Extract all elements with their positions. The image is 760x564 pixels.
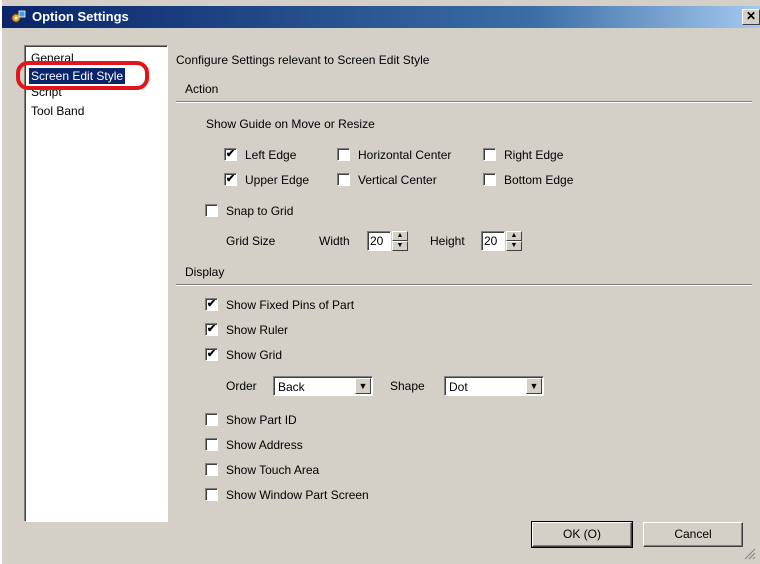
spin-down-icon[interactable]: ▼ <box>392 241 408 251</box>
display-heading: Display <box>185 265 225 279</box>
grid-size-label: Grid Size <box>226 234 276 248</box>
nav-item-tool-band[interactable]: Tool Band <box>29 103 86 119</box>
show-window-part-checkbox[interactable] <box>205 488 218 501</box>
order-label: Order <box>226 379 257 393</box>
title-bar[interactable]: Option Settings ✕ <box>2 6 760 28</box>
action-heading: Action <box>185 82 219 96</box>
upper-edge-label: Upper Edge <box>245 173 310 187</box>
guide-label: Show Guide on Move or Resize <box>206 117 375 131</box>
check-icon: ✔ <box>206 348 217 360</box>
order-value: Back <box>278 380 305 394</box>
shape-select[interactable]: Dot ▼ <box>444 376 544 396</box>
height-label: Height <box>430 234 465 248</box>
show-fixed-pins-checkbox[interactable]: ✔ <box>205 298 218 311</box>
right-edge-checkbox[interactable] <box>483 148 496 161</box>
settings-category-list[interactable]: General Screen Edit Style Script Tool Ba… <box>24 45 168 522</box>
check-icon: ✔ <box>225 173 236 185</box>
action-divider <box>176 101 752 103</box>
chevron-down-icon[interactable]: ▼ <box>526 378 542 394</box>
chevron-down-icon[interactable]: ▼ <box>355 378 371 394</box>
settings-app-icon <box>11 10 26 23</box>
close-button[interactable]: ✕ <box>742 9 760 25</box>
resize-grip-icon[interactable] <box>744 548 756 560</box>
grid-height-input[interactable]: 20 <box>481 231 505 251</box>
right-edge-label: Right Edge <box>504 148 564 162</box>
spin-up-icon[interactable]: ▲ <box>392 231 408 241</box>
width-label: Width <box>319 234 350 248</box>
show-grid-checkbox[interactable]: ✔ <box>205 348 218 361</box>
window-title: Option Settings <box>32 9 129 24</box>
nav-item-screen-edit-style[interactable]: Screen Edit Style <box>29 68 126 84</box>
ok-button[interactable]: OK (O) <box>531 521 633 548</box>
spin-up-icon[interactable]: ▲ <box>506 231 522 241</box>
vertical-center-label: Vertical Center <box>358 173 437 187</box>
show-touch-area-checkbox[interactable] <box>205 463 218 476</box>
spin-down-icon[interactable]: ▼ <box>506 241 522 251</box>
nav-item-script[interactable]: Script <box>29 84 64 100</box>
left-edge-checkbox[interactable]: ✔ <box>224 148 237 161</box>
shape-value: Dot <box>449 380 468 394</box>
horizontal-center-checkbox[interactable] <box>337 148 350 161</box>
show-window-part-label: Show Window Part Screen <box>226 488 369 502</box>
show-address-label: Show Address <box>226 438 303 452</box>
show-address-checkbox[interactable] <box>205 438 218 451</box>
show-grid-label: Show Grid <box>226 348 283 362</box>
bottom-edge-label: Bottom Edge <box>504 173 574 187</box>
show-part-id-checkbox[interactable] <box>205 413 218 426</box>
page-description: Configure Settings relevant to Screen Ed… <box>176 53 430 67</box>
show-part-id-label: Show Part ID <box>226 413 297 427</box>
cancel-button[interactable]: Cancel <box>643 522 743 547</box>
vertical-center-checkbox[interactable] <box>337 173 350 186</box>
show-touch-area-label: Show Touch Area <box>226 463 320 477</box>
upper-edge-checkbox[interactable]: ✔ <box>224 173 237 186</box>
show-ruler-checkbox[interactable]: ✔ <box>205 323 218 336</box>
check-icon: ✔ <box>206 298 217 310</box>
check-icon: ✔ <box>206 323 217 335</box>
snap-to-grid-checkbox[interactable] <box>205 204 218 217</box>
option-settings-dialog: Option Settings ✕ General Screen Edit St… <box>0 0 760 564</box>
display-divider <box>176 284 752 286</box>
show-ruler-label: Show Ruler <box>226 323 289 337</box>
shape-label: Shape <box>390 379 425 393</box>
close-icon: ✕ <box>745 9 757 23</box>
nav-item-general[interactable]: General <box>29 50 76 66</box>
grid-width-input[interactable]: 20 <box>367 231 391 251</box>
show-fixed-pins-label: Show Fixed Pins of Part <box>226 298 355 312</box>
snap-to-grid-label: Snap to Grid <box>226 204 294 218</box>
horizontal-center-label: Horizontal Center <box>358 148 452 162</box>
check-icon: ✔ <box>225 148 236 160</box>
order-select[interactable]: Back ▼ <box>273 376 373 396</box>
bottom-edge-checkbox[interactable] <box>483 173 496 186</box>
left-edge-label: Left Edge <box>245 148 297 162</box>
